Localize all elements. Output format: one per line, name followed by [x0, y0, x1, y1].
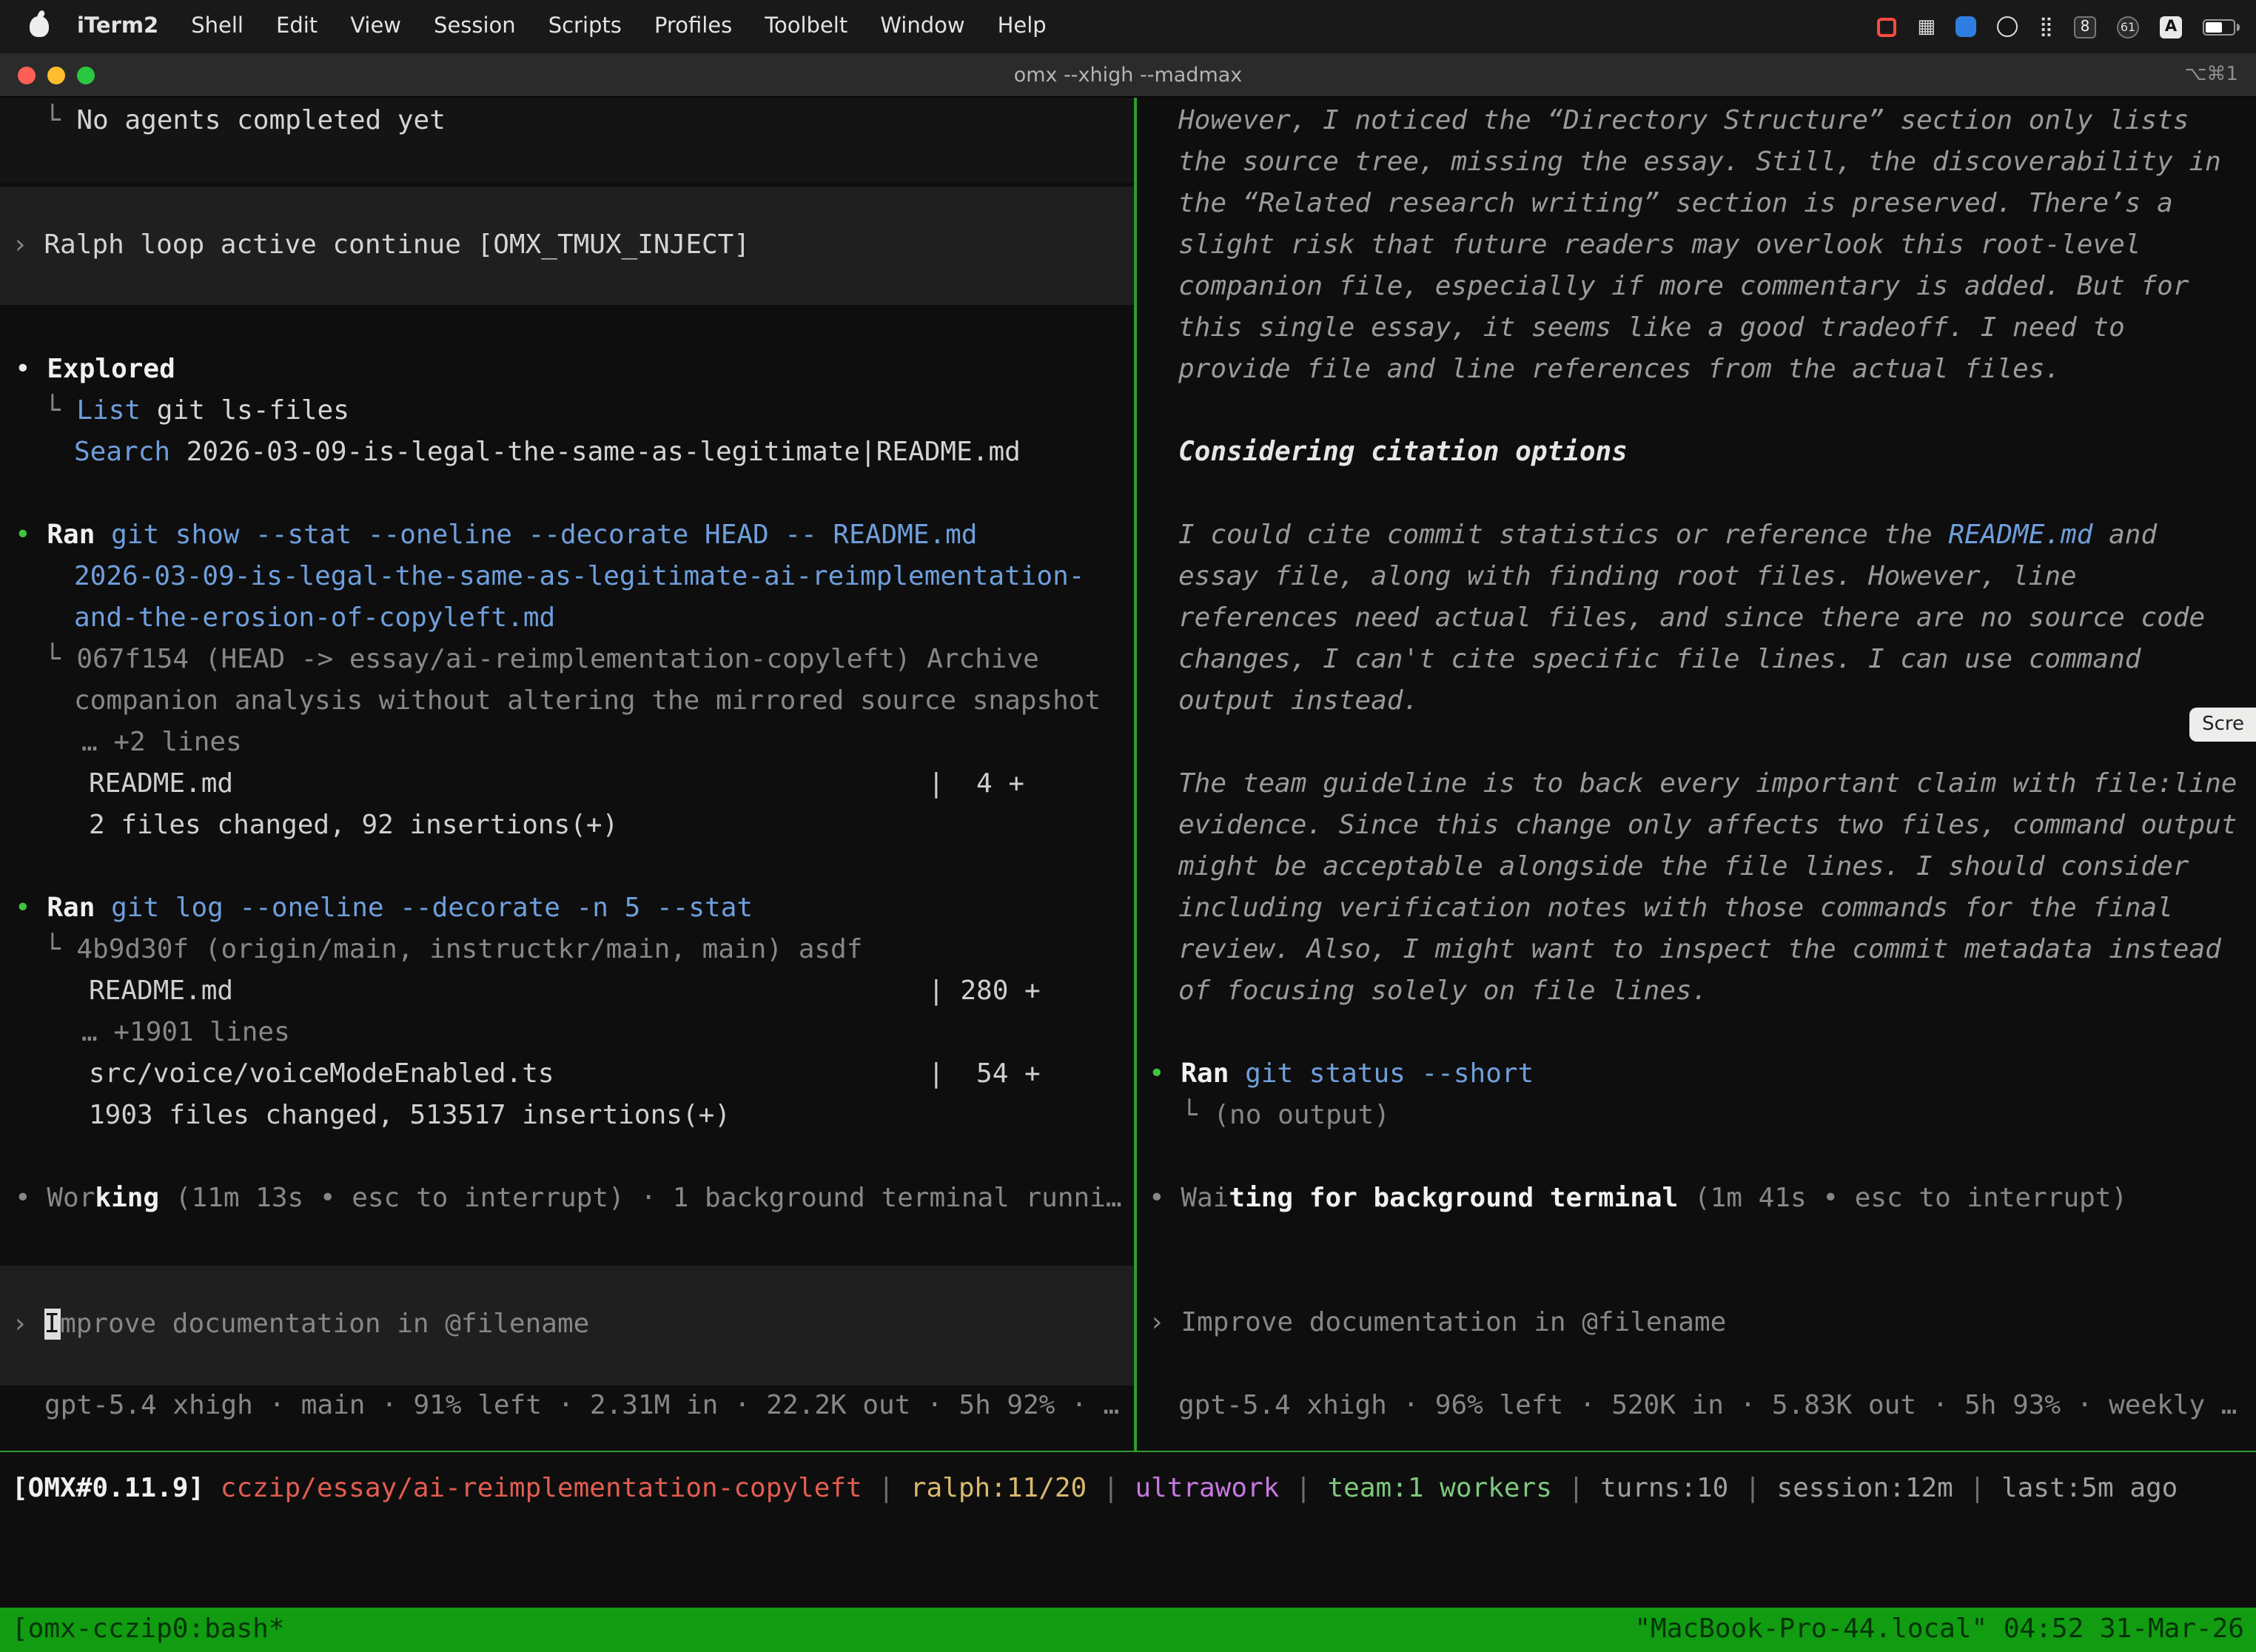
agents-note-block: └ No agents completed yet	[0, 98, 1134, 182]
bullet-glyph: •	[15, 520, 31, 551]
omx-mode: ultrawork	[1135, 1473, 1279, 1504]
omx-branch-path: cczip/essay/ai-reimplementation-copyleft	[221, 1473, 862, 1504]
menubar-status-icons: ▦ ⣿ 8 61 A	[1877, 16, 2256, 38]
menu-view[interactable]: View	[334, 0, 417, 53]
battery-fill	[2206, 21, 2222, 32]
prompt-glyph: ›	[12, 229, 28, 261]
git-log-stat-line-1: README.md| 280 +	[0, 971, 1134, 1013]
dark-app-status-icon[interactable]	[1998, 16, 2018, 37]
blue-app-status-icon[interactable]	[1956, 16, 1977, 37]
terminal: └ No agents completed yet › Ralph loop a…	[0, 98, 2256, 1451]
right-pane[interactable]: However, I noticed the “Directory Struct…	[1137, 98, 2256, 1451]
menu-edit[interactable]: Edit	[260, 0, 334, 53]
model-status-line: gpt-5.4 xhigh · main · 91% left · 2.31M …	[0, 1386, 1134, 1427]
prompt-glyph: ›	[12, 1309, 28, 1340]
bullet-glyph: •	[15, 893, 31, 924]
omx-status-bar: [OMX#0.11.9] cczip/essay/ai-reimplementa…	[0, 1468, 2256, 1510]
text-cursor: I	[44, 1309, 60, 1340]
menu-session[interactable]: Session	[417, 0, 532, 53]
git-log-output-line: └ 4b9d30f (origin/main, instructkr/main,…	[0, 930, 1134, 971]
tmux-host-clock: "MacBook-Pro-44.local" 04:52 31-Mar-26	[1634, 1608, 2244, 1652]
prompt-input-right[interactable]: › Improve documentation in @filename	[1137, 1303, 2256, 1344]
dots-grid-status-icon[interactable]: ⣿	[2039, 16, 2053, 38]
model-status-line-right: gpt-5.4 xhigh · 96% left · 520K in · 5.8…	[1137, 1386, 2256, 1427]
tmux-status-bar: [omx-cczip0:bash* "MacBook-Pro-44.local"…	[0, 1608, 2256, 1652]
left-pane[interactable]: └ No agents completed yet › Ralph loop a…	[0, 98, 1134, 1451]
git-show-stat-line: README.md| 4 +	[0, 764, 1134, 805]
git-status-command-line: • Ran git status --short	[1137, 1054, 2256, 1095]
bullet-glyph: •	[1149, 1058, 1165, 1089]
assistant-thought-para-1: However, I noticed the “Directory Struct…	[1178, 101, 2240, 391]
prompt-glyph: ›	[1149, 1307, 1165, 1338]
git-log-command-line: • Ran git log --oneline --decorate -n 5 …	[0, 888, 1134, 930]
menu-scripts[interactable]: Scripts	[532, 0, 638, 53]
explored-search-cmd: Search 2026-03-09-is-legal-the-same-as-l…	[0, 432, 1134, 474]
git-show-truncation: … +2 lines	[0, 722, 1134, 764]
git-log-truncation: … +1901 lines	[0, 1013, 1134, 1054]
git-show-command-line: • Ran git show --stat --oneline --decora…	[0, 515, 1134, 557]
ralph-inject-line: › Ralph loop active continue [OMX_TMUX_I…	[0, 225, 1134, 266]
menu-window[interactable]: Window	[864, 0, 981, 53]
percent-61-status-icon[interactable]: 61	[2117, 16, 2139, 38]
tree-corner-glyph: └	[44, 395, 61, 426]
pane-bottom-border	[0, 1451, 2256, 1452]
prompt-input[interactable]: › Improve documentation in @filename	[0, 1304, 1134, 1346]
window-title: omx --xhigh --madmax	[0, 53, 2256, 98]
apple-menu-icon[interactable]	[30, 16, 49, 37]
tree-corner-glyph: └	[44, 644, 61, 675]
working-status-line: • Working (11m 13s • esc to interrupt) ·…	[0, 1178, 1134, 1220]
menu-shell[interactable]: Shell	[175, 0, 260, 53]
menu-iterm2[interactable]: iTerm2	[61, 0, 175, 53]
omx-ralph-counter: ralph:11/20	[910, 1473, 1087, 1504]
tmux-session-name: [omx-cczip0:bash*	[12, 1608, 284, 1652]
window-title-bar[interactable]: omx --xhigh --madmax ⌥⌘1	[0, 53, 2256, 98]
omx-team: team:1 workers	[1327, 1473, 1551, 1504]
screen-share-tab[interactable]: Scre	[2189, 708, 2256, 742]
assistant-thought-para-3: The team guideline is to back every impo…	[1178, 764, 2240, 1013]
omx-last: last:5m ago	[2001, 1473, 2178, 1504]
omx-version: [OMX#0.11.9]	[12, 1473, 204, 1504]
git-show-output-line-1: └ 067f154 (HEAD -> essay/ai-reimplementa…	[0, 639, 1134, 681]
tree-corner-glyph: └	[44, 934, 61, 965]
assistant-thought-para-2: I could cite commit statistics or refere…	[1178, 515, 2240, 722]
input-source-icon[interactable]: A	[2160, 16, 2182, 38]
git-log-stat-summary: 1903 files changed, 513517 insertions(+)	[0, 1095, 1134, 1137]
explored-list-cmd: └ List git ls-files	[0, 391, 1134, 432]
thought-heading: Considering citation options	[1178, 432, 2256, 474]
key-8-status-icon[interactable]: 8	[2074, 16, 2096, 38]
menu-profiles[interactable]: Profiles	[638, 0, 748, 53]
omx-session: session:12m	[1776, 1473, 1953, 1504]
battery-icon[interactable]	[2203, 19, 2235, 35]
tree-corner-glyph: └	[1181, 1100, 1198, 1131]
prompt-input-box[interactable]: › Improve documentation in @filename	[0, 1266, 1134, 1386]
readme-link: README.md	[1948, 520, 2092, 551]
bullet-glyph: •	[15, 1183, 31, 1214]
explored-header: • Explored	[0, 349, 1134, 391]
menu-bar: iTerm2 Shell Edit View Session Scripts P…	[0, 0, 2256, 53]
git-show-arg-line-1: 2026-03-09-is-legal-the-same-as-legitima…	[0, 557, 1134, 598]
screen-recording-stop-icon[interactable]	[1877, 17, 1896, 36]
window-shortcut-badge: ⌥⌘1	[2184, 53, 2238, 98]
menu-help[interactable]: Help	[981, 0, 1063, 53]
ralph-inject-banner: › Ralph loop active continue [OMX_TMUX_I…	[0, 187, 1134, 305]
git-show-stat-summary: 2 files changed, 92 insertions(+)	[0, 805, 1134, 847]
screen: iTerm2 Shell Edit View Session Scripts P…	[0, 0, 2256, 1652]
tree-corner-glyph: └	[44, 105, 61, 136]
git-status-output-line: └ (no output)	[1137, 1095, 2256, 1137]
bullet-glyph: •	[1149, 1183, 1165, 1214]
git-log-stat-line-2: src/voice/voiceModeEnabled.ts| 54 +	[0, 1054, 1134, 1095]
omx-turns: turns:10	[1600, 1473, 1728, 1504]
bullet-glyph: •	[15, 354, 31, 385]
menu-toolbelt[interactable]: Toolbelt	[748, 0, 864, 53]
git-show-output-line-2: companion analysis without altering the …	[0, 681, 1134, 722]
waiting-status-line: • Waiting for background terminal (1m 41…	[1137, 1178, 2256, 1220]
git-show-arg-line-2: and-the-erosion-of-copyleft.md	[0, 598, 1134, 639]
no-agents-line: └ No agents completed yet	[0, 101, 1134, 142]
grid-status-icon[interactable]: ▦	[1917, 16, 1936, 38]
